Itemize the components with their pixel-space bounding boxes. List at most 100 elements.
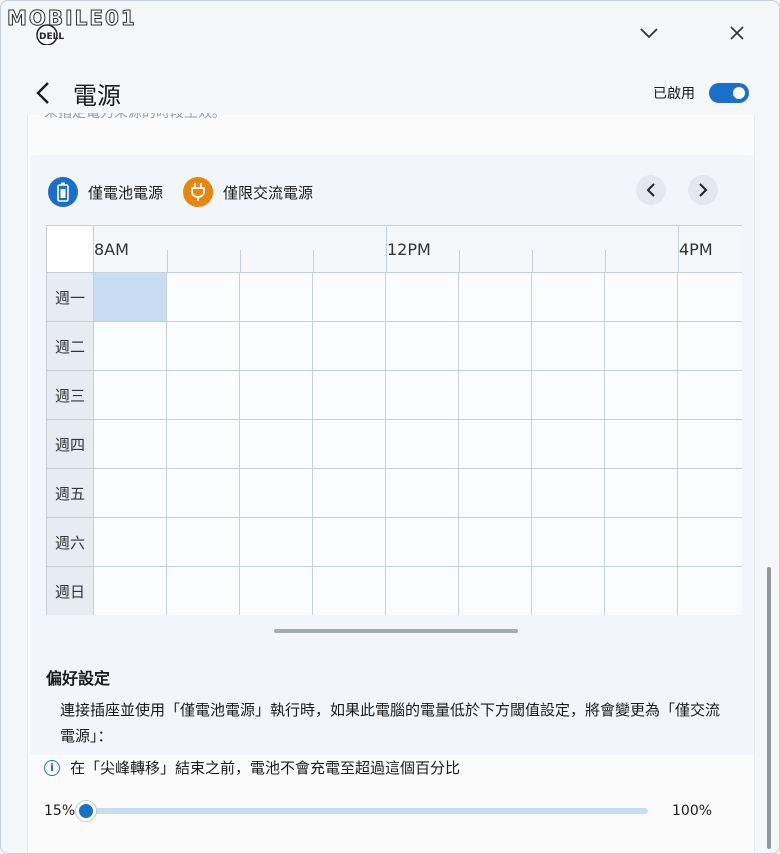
schedule-cell[interactable] bbox=[532, 273, 605, 322]
close-button[interactable] bbox=[713, 19, 761, 47]
schedule-cell[interactable] bbox=[532, 567, 605, 615]
schedule-cell[interactable] bbox=[459, 518, 532, 567]
schedule-cell[interactable] bbox=[678, 567, 742, 615]
enabled-toggle[interactable] bbox=[709, 83, 749, 103]
schedule-cell[interactable] bbox=[240, 371, 313, 420]
schedule-cell[interactable] bbox=[459, 273, 532, 322]
schedule-cell[interactable] bbox=[532, 371, 605, 420]
slider-min-label: 15% bbox=[44, 803, 76, 819]
schedule-row bbox=[94, 273, 742, 322]
schedule-row bbox=[94, 567, 742, 615]
schedule-cell[interactable] bbox=[167, 371, 240, 420]
schedule-cell[interactable] bbox=[459, 322, 532, 371]
schedule-cell[interactable] bbox=[532, 322, 605, 371]
schedule-cell[interactable] bbox=[167, 322, 240, 371]
schedule-nav bbox=[636, 175, 718, 205]
schedule-cell[interactable] bbox=[678, 420, 742, 469]
threshold-slider[interactable] bbox=[76, 801, 648, 821]
schedule-cell[interactable] bbox=[240, 518, 313, 567]
schedule-cell[interactable] bbox=[94, 518, 167, 567]
schedule-next-button[interactable] bbox=[688, 175, 718, 205]
schedule-cell[interactable] bbox=[240, 322, 313, 371]
schedule-cell[interactable] bbox=[94, 322, 167, 371]
schedule-cell[interactable] bbox=[167, 567, 240, 615]
schedule-cell[interactable] bbox=[386, 420, 459, 469]
hour-tick bbox=[313, 250, 314, 274]
schedule-cell[interactable] bbox=[167, 518, 240, 567]
schedule-cell[interactable] bbox=[386, 371, 459, 420]
schedule-cell[interactable] bbox=[532, 469, 605, 518]
slider-thumb[interactable] bbox=[76, 801, 96, 821]
schedule-cell[interactable] bbox=[605, 322, 678, 371]
content-pane: 未指定電力來源的時段生效。 僅電池電源 僅限交流電源 8AM 12PM 4PM … bbox=[27, 113, 755, 853]
schedule-cell[interactable] bbox=[605, 420, 678, 469]
enable-control: 已啟用 bbox=[653, 83, 749, 103]
page-title: 電源 bbox=[73, 81, 121, 110]
battery-icon bbox=[48, 177, 78, 207]
schedule-cell[interactable] bbox=[386, 567, 459, 615]
schedule-cell[interactable] bbox=[605, 469, 678, 518]
window-controls bbox=[625, 19, 761, 47]
schedule-cell[interactable] bbox=[313, 567, 386, 615]
schedule-cells bbox=[94, 273, 742, 615]
info-text: 在「尖峰轉移」結束之前，電池不會充電至超過這個百分比 bbox=[70, 759, 461, 777]
horizontal-scrollbar[interactable] bbox=[274, 629, 518, 633]
schedule-cell[interactable] bbox=[313, 420, 386, 469]
schedule-cell[interactable] bbox=[386, 273, 459, 322]
schedule-cell[interactable] bbox=[605, 518, 678, 567]
schedule-cell[interactable] bbox=[313, 469, 386, 518]
schedule-card: 僅電池電源 僅限交流電源 8AM 12PM 4PM 週一 週二 週三 週四 週五… bbox=[30, 155, 754, 755]
schedule-cell[interactable] bbox=[532, 518, 605, 567]
day-label: 週一 bbox=[46, 273, 94, 322]
schedule-cell[interactable] bbox=[459, 469, 532, 518]
hour-tick bbox=[532, 250, 533, 274]
day-label: 週二 bbox=[46, 322, 94, 371]
vertical-scrollbar[interactable] bbox=[767, 567, 771, 849]
hour-label: 8AM bbox=[94, 240, 129, 259]
schedule-cell[interactable] bbox=[459, 420, 532, 469]
schedule-cell[interactable] bbox=[459, 371, 532, 420]
preferences-title: 偏好設定 bbox=[46, 669, 111, 688]
schedule-cell[interactable] bbox=[313, 518, 386, 567]
scrolled-description: 未指定電力來源的時段生效。 bbox=[44, 113, 226, 121]
schedule-cell[interactable] bbox=[678, 518, 742, 567]
schedule-cell[interactable] bbox=[94, 567, 167, 615]
schedule-cell[interactable] bbox=[678, 469, 742, 518]
legend-item-battery: 僅電池電源 bbox=[48, 177, 163, 207]
schedule-cell[interactable] bbox=[94, 273, 167, 322]
schedule-cell[interactable] bbox=[240, 567, 313, 615]
schedule-cell[interactable] bbox=[94, 420, 167, 469]
schedule-cell[interactable] bbox=[605, 567, 678, 615]
svg-text:MOBILE01: MOBILE01 bbox=[7, 6, 137, 30]
preferences-description: 連接插座並使用「僅電池電源」執行時，如果此電腦的電量低於下方閾值設定，將會變更為… bbox=[60, 701, 721, 745]
schedule-cell[interactable] bbox=[240, 469, 313, 518]
preferences-info: i 在「尖峰轉移」結束之前，電池不會充電至超過這個百分比 bbox=[44, 757, 460, 778]
schedule-cell[interactable] bbox=[313, 371, 386, 420]
schedule-cell[interactable] bbox=[678, 273, 742, 322]
schedule-cell[interactable] bbox=[678, 371, 742, 420]
schedule-cell[interactable] bbox=[167, 469, 240, 518]
minimize-button[interactable] bbox=[625, 19, 673, 47]
grid-corner bbox=[46, 225, 94, 273]
schedule-cell[interactable] bbox=[313, 273, 386, 322]
schedule-cell[interactable] bbox=[605, 371, 678, 420]
schedule-cell[interactable] bbox=[459, 567, 532, 615]
schedule-cell[interactable] bbox=[313, 322, 386, 371]
schedule-cell[interactable] bbox=[240, 273, 313, 322]
schedule-cell[interactable] bbox=[532, 420, 605, 469]
schedule-cell[interactable] bbox=[386, 322, 459, 371]
schedule-cell[interactable] bbox=[167, 273, 240, 322]
schedule-cell[interactable] bbox=[94, 371, 167, 420]
schedule-cell[interactable] bbox=[240, 420, 313, 469]
legend: 僅電池電源 僅限交流電源 bbox=[48, 177, 323, 207]
back-button[interactable] bbox=[31, 78, 55, 108]
hour-tick bbox=[167, 250, 168, 274]
schedule-cell[interactable] bbox=[605, 273, 678, 322]
schedule-cell[interactable] bbox=[678, 322, 742, 371]
legend-battery-label: 僅電池電源 bbox=[88, 183, 164, 202]
schedule-cell[interactable] bbox=[386, 518, 459, 567]
schedule-cell[interactable] bbox=[167, 420, 240, 469]
schedule-cell[interactable] bbox=[94, 469, 167, 518]
schedule-cell[interactable] bbox=[386, 469, 459, 518]
schedule-prev-button[interactable] bbox=[636, 175, 666, 205]
